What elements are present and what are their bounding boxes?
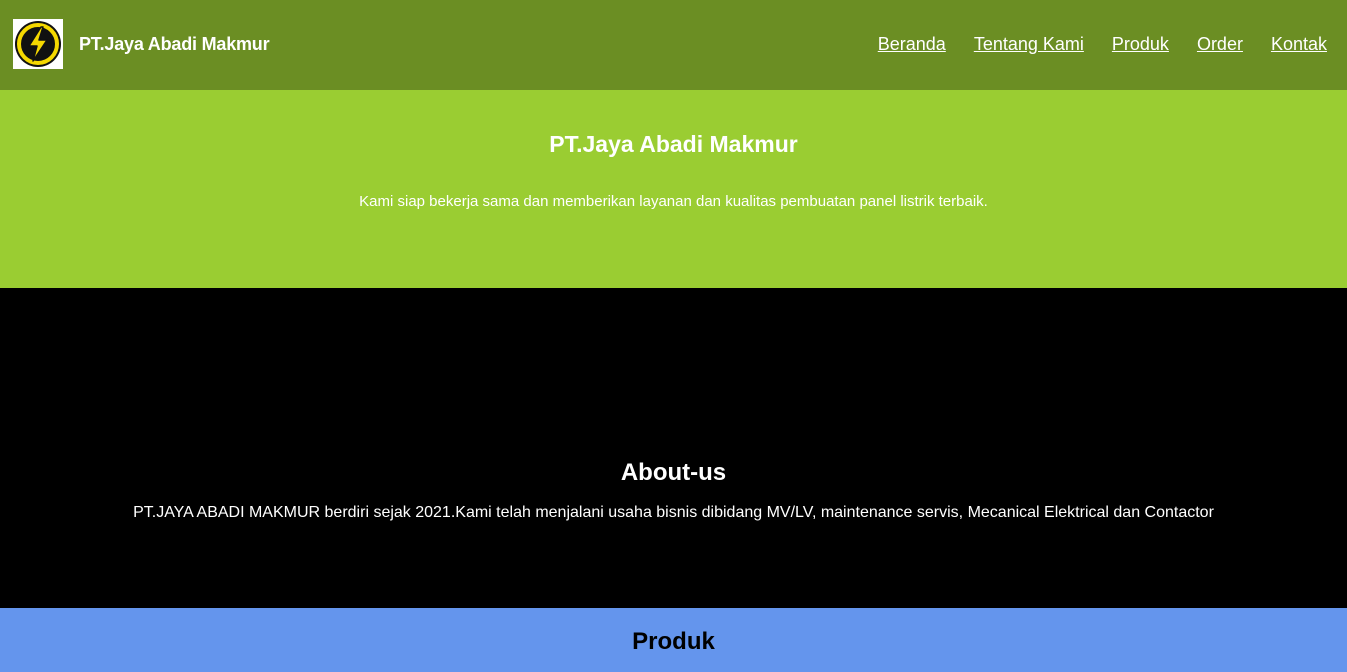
hero-title: PT.Jaya Abadi Makmur	[549, 131, 798, 157]
about-title: About-us	[620, 459, 727, 486]
hero-section: PT.Jaya Abadi Makmur Kami siap bekerja s…	[0, 90, 1347, 288]
main-nav: Beranda Tentang Kami Produk Order Kontak	[878, 33, 1327, 55]
produk-title: Produk	[632, 628, 715, 655]
about-description: PT.JAYA ABADI MAKMUR berdiri sejak 2021.…	[133, 504, 1214, 521]
nav-link-produk[interactable]: Produk	[1112, 33, 1169, 55]
logo[interactable]	[13, 19, 63, 69]
nav-link-kontak[interactable]: Kontak	[1271, 33, 1327, 55]
produk-section: Produk	[0, 608, 1347, 672]
nav-link-order[interactable]: Order	[1197, 33, 1243, 55]
brand-name[interactable]: PT.Jaya Abadi Makmur	[79, 33, 270, 55]
navbar: PT.Jaya Abadi Makmur Beranda Tentang Kam…	[0, 0, 1347, 90]
nav-link-tentang-kami[interactable]: Tentang Kami	[974, 33, 1084, 55]
nav-link-beranda[interactable]: Beranda	[878, 33, 946, 55]
lightning-bolt-icon	[15, 21, 61, 67]
hero-tagline: Kami siap bekerja sama dan memberikan la…	[359, 193, 988, 210]
about-section: About-us PT.JAYA ABADI MAKMUR berdiri se…	[0, 288, 1347, 608]
